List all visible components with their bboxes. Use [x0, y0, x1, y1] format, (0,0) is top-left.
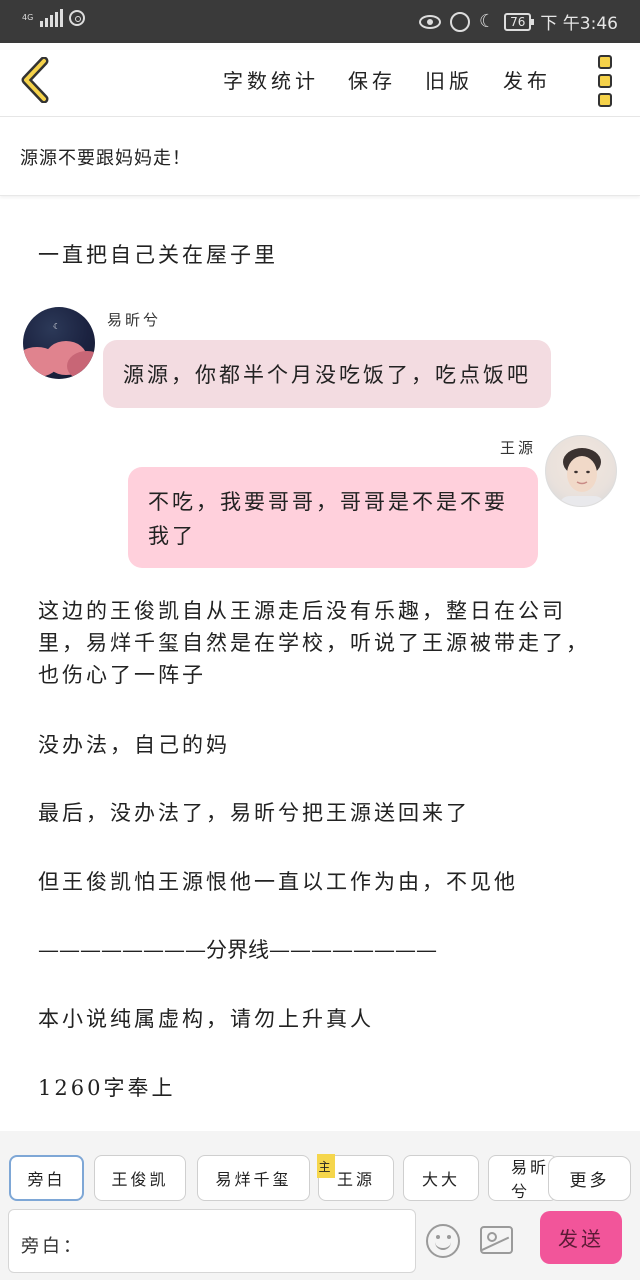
role-chip-yi-yangqianxi[interactable]: 易烊千玺: [197, 1155, 310, 1201]
status-right: ☾ 76 下 午3:46: [418, 9, 618, 34]
image-icon[interactable]: [480, 1226, 513, 1254]
portrait-image: [560, 448, 604, 506]
divider-text: ————————分界线————————: [38, 938, 437, 962]
chapter-title: 源源不要跟妈妈走！: [20, 148, 191, 169]
chapter-title-row[interactable]: 源源不要跟妈妈走！: [0, 118, 640, 196]
old-version-button[interactable]: 旧版: [425, 65, 503, 94]
status-bar: 4G ☾ 76 下 午3:46: [0, 0, 640, 43]
story-content[interactable]: 一 一 一 一 一直把自己关在屋子里 ☾ 易昕兮 源源，你都半个月没吃饭了，吃点…: [0, 197, 640, 1131]
main-role-badge: 主: [317, 1154, 335, 1178]
clipped-text: 一 一 一 一: [38, 197, 164, 209]
more-roles-button[interactable]: 更多: [548, 1156, 631, 1201]
eye-comfort-icon: [418, 14, 441, 29]
input-bar: 旁白： 发送: [0, 1203, 640, 1280]
avatar[interactable]: [545, 435, 617, 507]
emoji-icon[interactable]: [426, 1224, 460, 1258]
battery-icon: 76: [504, 12, 535, 31]
vertical-dots-icon: [598, 55, 612, 69]
role-chip-wang-yuan[interactable]: 主 王源: [317, 1154, 394, 1201]
alarm-icon: [449, 11, 470, 32]
signal-icon: [40, 9, 63, 27]
send-button[interactable]: 发送: [540, 1211, 622, 1264]
vertical-dots-icon: [598, 74, 612, 88]
more-menu-button[interactable]: [598, 55, 614, 107]
narration-paragraph: 最后，没办法了，易昕兮把王源送回来了: [38, 801, 470, 825]
editor-toolbar: 字数统计 保存 旧版 发布: [0, 43, 640, 117]
role-chip-label: 王源: [336, 1170, 375, 1189]
toolbar-menu: 字数统计 保存 旧版 发布: [223, 65, 563, 94]
chat-bubble[interactable]: 不吃，我要哥哥，哥哥是不是不要我了: [128, 467, 538, 568]
status-time: 下 午3:46: [540, 14, 618, 34]
narration-paragraph: 1260字奉上: [38, 1076, 176, 1100]
message-input[interactable]: 旁白：: [8, 1209, 416, 1273]
narration-paragraph: 一直把自己关在屋子里: [38, 243, 278, 267]
role-chip-dada[interactable]: 大大: [403, 1155, 479, 1201]
status-left: 4G: [22, 9, 85, 27]
publish-button[interactable]: 发布: [503, 65, 563, 94]
word-count-button[interactable]: 字数统计: [223, 65, 348, 94]
vertical-dots-icon: [598, 93, 612, 107]
do-not-disturb-icon: ☾: [478, 11, 496, 32]
avatar[interactable]: ☾: [23, 307, 95, 379]
save-button[interactable]: 保存: [348, 65, 425, 94]
data-saver-icon: [69, 10, 85, 26]
role-chip-narrator[interactable]: 旁白: [9, 1155, 84, 1201]
chat-bubble[interactable]: 源源，你都半个月没吃饭了，吃点饭吧: [103, 340, 551, 408]
narration-paragraph: 本小说纯属虚构，请勿上升真人: [38, 1007, 374, 1031]
role-chip-wang-junkai[interactable]: 王俊凯: [94, 1155, 186, 1201]
narration-paragraph: 没办法，自己的妈: [38, 733, 230, 757]
speaker-name: 王源: [500, 439, 537, 457]
role-selector: 旁白 王俊凯 易烊千玺 主 王源 大大 易昕兮 更多: [0, 1131, 640, 1203]
network-type: 4G: [22, 13, 34, 22]
narration-paragraph: 这边的王俊凯自从王源走后没有乐趣，整日在公司里，易烊千玺自然是在学校，听说了王源…: [38, 599, 590, 687]
speaker-name: 易昕兮: [107, 311, 162, 329]
chevron-left-icon: [21, 56, 49, 104]
narration-paragraph: 但王俊凯怕王源恨他一直以工作为由，不见他: [38, 870, 518, 894]
back-button[interactable]: [18, 56, 52, 104]
